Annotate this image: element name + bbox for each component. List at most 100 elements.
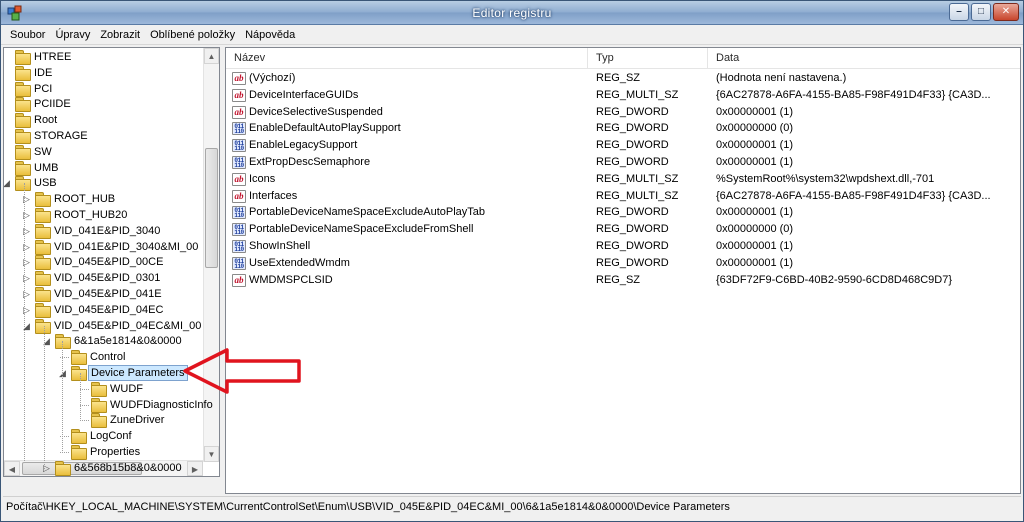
- tree-item[interactable]: SW: [4, 144, 203, 160]
- value-name: UseExtendedWmdm: [249, 256, 350, 269]
- column-header-name[interactable]: Název: [226, 48, 588, 69]
- tree-item[interactable]: ▷ VID_045E&PID_04EC: [4, 302, 203, 318]
- list-item[interactable]: ab Icons REG_MULTI_SZ %SystemRoot%\system32…: [226, 171, 1020, 188]
- tree-item[interactable]: Properties: [4, 444, 203, 460]
- list-item[interactable]: ab (Výchozí) REG_SZ (Hodnota není nastavena…: [226, 70, 1020, 87]
- tree-item[interactable]: HTREE: [4, 49, 203, 65]
- value-name: DeviceInterfaceGUIDs: [249, 88, 359, 101]
- column-header-type[interactable]: Typ: [588, 48, 708, 69]
- maximize-button[interactable]: □: [971, 3, 991, 21]
- column-header-data[interactable]: Data: [708, 48, 1020, 69]
- folder-icon: [70, 350, 87, 366]
- list-item[interactable]: 011 110 EnableLegacySupport REG_DWORD 0x000…: [226, 137, 1020, 154]
- menu-item-2[interactable]: Zobrazit: [95, 27, 145, 43]
- folder-icon: [14, 97, 31, 113]
- tree-item[interactable]: UMB: [4, 160, 203, 176]
- value-type: REG_DWORD: [596, 223, 669, 236]
- tree-item-label: Root: [34, 114, 58, 127]
- tree-item[interactable]: ▷ ROOT_HUB20: [4, 207, 203, 223]
- value-data: 0x00000000 (0): [716, 122, 794, 135]
- registry-key-tree[interactable]: ▲ ▼ ◀ ▶ HTREE IDE PCI PCIIDE Root STORAGE SW UM…: [3, 47, 220, 477]
- dword-value-icon: 011 110: [232, 122, 246, 136]
- tree-item[interactable]: ◢ VID_045E&PID_04EC&MI_00: [4, 318, 203, 334]
- tree-item[interactable]: LogConf: [4, 428, 203, 445]
- tree-item[interactable]: PCI: [4, 81, 203, 97]
- close-button[interactable]: ✕: [993, 3, 1019, 21]
- list-item[interactable]: 011 110 ShowInShell REG_DWORD 0x00000001 (1…: [226, 238, 1020, 255]
- list-item[interactable]: 011 110 PortableDeviceNameSpaceExcludeAut…: [226, 204, 1020, 221]
- tree-connector: [24, 183, 25, 461]
- dword-value-icon: 011 110: [232, 156, 246, 169]
- tree-item-label: PCIIDE: [34, 98, 71, 111]
- collapse-arrow-icon[interactable]: ◢: [4, 179, 11, 188]
- list-item[interactable]: 011 110 UseExtendedWmdm REG_DWORD 0x0000000…: [226, 255, 1020, 272]
- dword-value-icon: 011 110: [232, 240, 246, 253]
- tree-item[interactable]: Control: [4, 349, 203, 366]
- value-type: REG_DWORD: [596, 122, 669, 135]
- tree-item[interactable]: WUDFDiagnosticInfo: [4, 397, 213, 413]
- folder-icon: [14, 129, 31, 144]
- tree-item[interactable]: WUDF: [4, 381, 203, 397]
- menu-item-1[interactable]: Úpravy: [50, 27, 95, 43]
- tree-item[interactable]: ZuneDriver: [4, 412, 203, 429]
- menu-bar: Soubor Úpravy Zobrazit Oblíbené položky Nápo…: [1, 25, 1023, 45]
- tree-item-label: SW: [34, 145, 52, 158]
- folder-icon: [90, 381, 107, 397]
- value-data: 0x00000001 (1): [716, 156, 794, 168]
- list-item[interactable]: ab WMDMSPCLSID REG_SZ {63DF72F9-C6BD-40B2-9…: [226, 272, 1020, 289]
- scroll-thumb[interactable]: [205, 148, 218, 268]
- title-bar[interactable]: Editor registru – □ ✕: [1, 1, 1023, 25]
- tree-item[interactable]: ▷ VID_045E&PID_00CE: [4, 254, 203, 271]
- menu-item-0[interactable]: Soubor: [5, 27, 50, 43]
- minimize-button[interactable]: –: [949, 3, 969, 21]
- registry-values-list[interactable]: Název Typ Data ab (Výchozí) REG_SZ (Hodnota…: [225, 47, 1021, 494]
- value-data: {6AC27878-A6FA-4155-BA85-F98F491D4F33} {…: [716, 189, 991, 202]
- tree-item[interactable]: ▷ VID_041E&PID_3040&MI_00: [4, 239, 203, 255]
- list-item[interactable]: ab Interfaces REG_MULTI_SZ {6AC27878-A6FA-4…: [226, 188, 1020, 205]
- tree-connector: [60, 452, 69, 453]
- tree-connector: [80, 373, 81, 420]
- value-data: {63DF72F9-C6BD-40B2-9590-6CD8D468C9D7}: [716, 273, 953, 286]
- list-item[interactable]: ab DeviceSelectiveSuspended REG_DWORD 0x000…: [226, 104, 1020, 121]
- list-item[interactable]: 011 110 EnableDefaultAutoPlaySupport REG_D…: [226, 120, 1020, 137]
- dword-value-icon: 011 110: [232, 206, 246, 220]
- tree-item[interactable]: ◢ 6&1a5e1814&0&0000: [4, 333, 203, 350]
- value-name: ShowInShell: [249, 240, 311, 252]
- tree-item[interactable]: ▷ VID_045E&PID_0301: [4, 270, 203, 287]
- tree-item-label: STORAGE: [34, 130, 88, 142]
- folder-icon: [14, 81, 31, 97]
- menu-item-4[interactable]: Nápověda: [240, 27, 300, 43]
- folder-icon: [14, 113, 31, 129]
- value-data: 0x00000000 (0): [716, 223, 794, 236]
- tree-item-label: 6&1a5e1814&0&0000: [74, 335, 182, 348]
- folder-icon: [34, 192, 51, 208]
- folder-icon: [34, 239, 51, 255]
- tree-item[interactable]: ▷ ROOT_HUB: [4, 191, 203, 208]
- tree-item[interactable]: Root: [4, 112, 203, 129]
- value-name: Icons: [249, 172, 276, 185]
- folder-icon: [34, 223, 51, 239]
- tree-item[interactable]: STORAGE: [4, 128, 203, 144]
- folder-icon: [14, 65, 31, 81]
- scroll-down-arrow-icon[interactable]: ▼: [204, 446, 219, 462]
- tree-item[interactable]: PCIIDE: [4, 96, 203, 113]
- tree-item[interactable]: ◢ USB: [4, 175, 203, 192]
- list-item[interactable]: 011 110 ExtPropDescSemaphore REG_DWORD 0x00…: [226, 154, 1020, 171]
- list-item[interactable]: ab DeviceInterfaceGUIDs REG_MULTI_SZ {6AC27…: [226, 87, 1020, 104]
- list-item[interactable]: 011 110 PortableDeviceNameSpaceExcludeFro…: [226, 221, 1020, 238]
- value-name: PortableDeviceNameSpaceExcludeFromShell: [249, 223, 474, 236]
- tree-item[interactable]: ▷ 6&568b15b8&0&0000: [4, 460, 203, 476]
- value-type: REG_MULTI_SZ: [596, 88, 679, 101]
- value-name: DeviceSelectiveSuspended: [249, 105, 383, 118]
- tree-item[interactable]: ▷ VID_045E&PID_041E: [4, 286, 203, 302]
- dword-value-icon: 011 110: [232, 256, 246, 270]
- tree-item[interactable]: ▷ VID_041E&PID_3040: [4, 223, 203, 239]
- menu-item-3[interactable]: Oblíbené položky: [145, 27, 240, 43]
- scroll-up-arrow-icon[interactable]: ▲: [204, 48, 219, 64]
- folder-icon: [70, 445, 87, 460]
- folder-icon: [90, 413, 107, 429]
- tree-item[interactable]: ◢ Device Parameters: [4, 365, 203, 381]
- tree-connector: [80, 420, 89, 422]
- tree-item-label: ZuneDriver: [110, 414, 165, 427]
- tree-item[interactable]: IDE: [4, 65, 203, 81]
